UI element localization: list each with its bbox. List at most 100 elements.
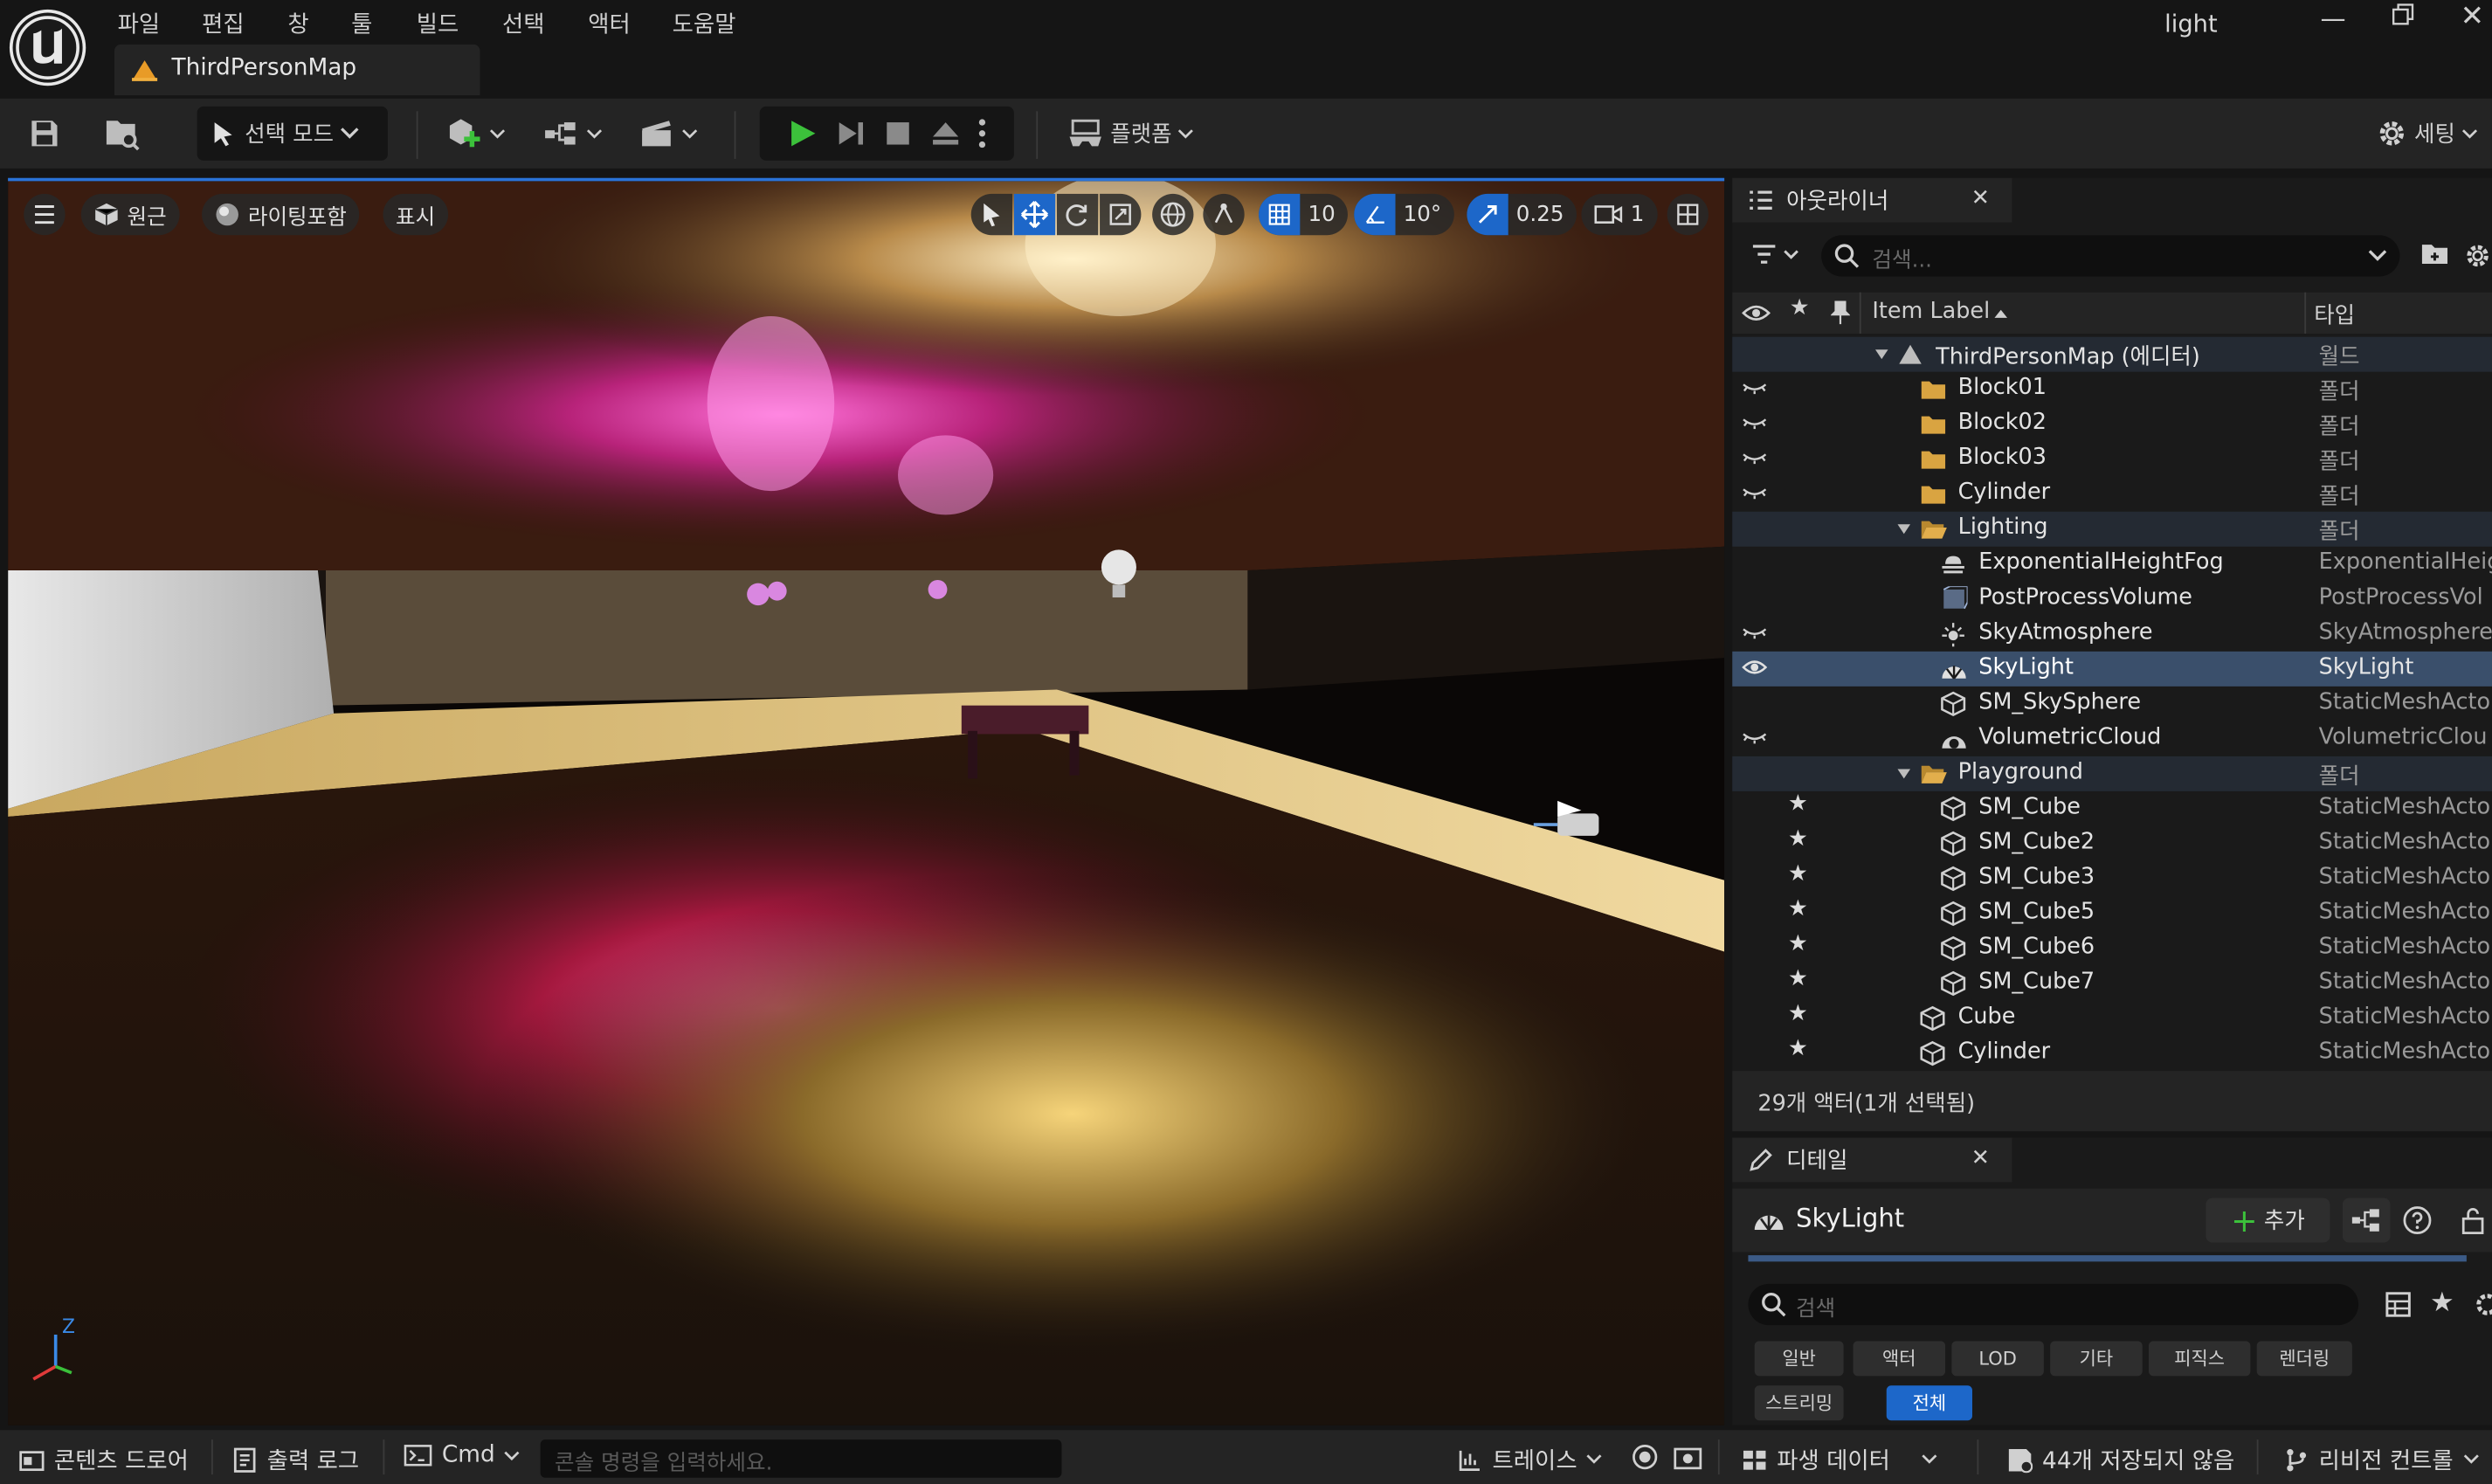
menu-item-3[interactable]: 툴 xyxy=(351,6,372,39)
add-folder-icon[interactable] xyxy=(2420,242,2449,267)
blueprint-convert-button[interactable] xyxy=(2342,1198,2391,1243)
menu-item-7[interactable]: 도움말 xyxy=(673,6,736,39)
close-tab-icon[interactable]: ✕ xyxy=(1971,186,1990,211)
visibility-eye-icon[interactable] xyxy=(1742,726,1767,748)
outliner-row[interactable]: ★ SM_Cube StaticMeshActo xyxy=(1732,791,2492,826)
outliner-row[interactable]: ExponentialHeightFog ExponentialHeig xyxy=(1732,547,2492,582)
filter-chip[interactable]: 렌더링 xyxy=(2256,1341,2352,1377)
visibility-eye-icon[interactable] xyxy=(1742,411,1767,433)
scale-snap-button[interactable]: 0.25 xyxy=(1467,193,1577,236)
revision-control-dropdown[interactable]: 리비전 컨트롤 xyxy=(2284,1443,2479,1476)
visibility-eye-icon[interactable] xyxy=(1742,621,1767,643)
outliner-row[interactable]: ★ Cube StaticMeshActo xyxy=(1732,1001,2492,1036)
table-view-icon[interactable] xyxy=(2384,1290,2413,1319)
close-tab-icon[interactable]: ✕ xyxy=(1971,1146,1990,1171)
outliner-tab[interactable]: 아웃라이너 ✕ xyxy=(1732,177,2012,223)
filter-chip[interactable]: 스트리밍 xyxy=(1754,1385,1844,1421)
filter-chip[interactable]: 전체 xyxy=(1886,1385,1972,1421)
menu-item-4[interactable]: 빌드 xyxy=(417,6,459,39)
help-icon[interactable] xyxy=(2403,1206,2432,1235)
outliner-row[interactable]: VolumetricCloud VolumetricClou xyxy=(1732,721,2492,756)
rotate-tool-icon[interactable] xyxy=(1056,193,1099,236)
filter-chip[interactable]: 피직스 xyxy=(2148,1341,2251,1377)
favorite-star-icon[interactable]: ★ xyxy=(1788,1001,1808,1026)
expand-arrow-icon[interactable] xyxy=(1896,522,1912,535)
screenshot-icon[interactable] xyxy=(1674,1445,1702,1470)
unreal-logo-icon[interactable] xyxy=(9,9,86,86)
pin-column-icon[interactable] xyxy=(1831,300,1850,326)
derived-data-dropdown[interactable]: 파생 데이터 xyxy=(1742,1443,1937,1476)
scale-tool-icon[interactable] xyxy=(1100,193,1142,236)
play-icon[interactable] xyxy=(787,118,818,149)
eject-icon[interactable] xyxy=(929,118,961,149)
outliner-row[interactable]: ★ SM_Cube3 StaticMeshActo xyxy=(1732,861,2492,896)
surface-snap-icon[interactable] xyxy=(1203,193,1245,236)
cinematics-button[interactable] xyxy=(632,107,702,161)
outliner-row[interactable]: PostProcessVolume PostProcessVol xyxy=(1732,582,2492,617)
visibility-eye-open-icon[interactable] xyxy=(1742,656,1768,678)
outliner-row[interactable]: SM_SkySphere StaticMeshActo xyxy=(1732,687,2492,721)
settings-dropdown[interactable]: 세팅 xyxy=(2368,107,2486,161)
select-tool-icon[interactable] xyxy=(970,193,1013,236)
rotation-snap-button[interactable]: 10° xyxy=(1354,193,1454,236)
outliner-row[interactable]: Block03 폴더 xyxy=(1732,442,2492,477)
platforms-dropdown[interactable]: 플랫폼 xyxy=(1059,107,1202,161)
expand-arrow-icon[interactable] xyxy=(1874,348,1889,361)
favorite-star-icon[interactable]: ★ xyxy=(1788,826,1808,852)
trace-dropdown[interactable]: 트레이스 xyxy=(1457,1443,1603,1476)
details-tab[interactable]: 디테일 ✕ xyxy=(1732,1137,2012,1183)
outliner-row[interactable]: SkyAtmosphere SkyAtmosphere xyxy=(1732,617,2492,652)
browse-icon[interactable] xyxy=(99,107,147,161)
filter-icon[interactable] xyxy=(1751,242,1799,267)
document-tab[interactable]: ThirdPersonMap xyxy=(114,44,480,96)
outliner-row[interactable]: Cylinder 폴더 xyxy=(1732,477,2492,512)
visibility-eye-icon[interactable] xyxy=(1742,481,1767,503)
visibility-eye-icon[interactable] xyxy=(1742,376,1767,398)
favorites-star-icon[interactable]: ★ xyxy=(2430,1287,2454,1318)
stop-icon[interactable] xyxy=(882,118,914,149)
menu-item-1[interactable]: 편집 xyxy=(202,6,245,39)
skip-frame-icon[interactable] xyxy=(834,118,866,149)
blueprint-button[interactable] xyxy=(537,107,607,161)
favorite-star-icon[interactable]: ★ xyxy=(1788,966,1808,991)
outliner-row[interactable]: Block02 폴더 xyxy=(1732,407,2492,442)
favorite-column-icon[interactable]: ★ xyxy=(1790,295,1810,321)
grid-snap-button[interactable]: 10 xyxy=(1259,193,1349,236)
outliner-row[interactable]: Playground 폴더 xyxy=(1732,756,2492,791)
filter-chip[interactable]: 일반 xyxy=(1754,1341,1844,1377)
show-button[interactable]: 표시 xyxy=(383,193,448,236)
favorite-star-icon[interactable]: ★ xyxy=(1788,1036,1808,1061)
lock-icon[interactable] xyxy=(2461,1206,2486,1235)
menu-item-0[interactable]: 파일 xyxy=(118,6,161,39)
favorite-star-icon[interactable]: ★ xyxy=(1788,791,1808,817)
outliner-row[interactable]: ★ SM_Cube5 StaticMeshActo xyxy=(1732,896,2492,931)
level-viewport[interactable]: 원근 라이팅포함 표시 10 10° 0.25 1 Z xyxy=(8,177,1725,1425)
restore-icon[interactable] xyxy=(2392,3,2414,25)
view-mode-button[interactable]: 라이팅포함 xyxy=(202,193,360,236)
menu-item-6[interactable]: 액터 xyxy=(588,6,631,39)
expand-arrow-icon[interactable] xyxy=(1896,768,1912,781)
viewport-layout-icon[interactable] xyxy=(1667,193,1709,236)
selection-mode-dropdown[interactable]: 선택 모드 xyxy=(197,106,388,161)
favorite-star-icon[interactable]: ★ xyxy=(1788,861,1808,887)
console-input[interactable]: 콘솔 명령을 입력하세요. xyxy=(540,1439,1062,1478)
outliner-search-input[interactable]: 검색... xyxy=(1821,235,2400,277)
menu-item-5[interactable]: 선택 xyxy=(502,6,545,39)
cmd-dropdown[interactable]: Cmd xyxy=(404,1443,521,1468)
filter-chip[interactable]: 액터 xyxy=(1853,1341,1946,1377)
filter-chip[interactable]: LOD xyxy=(1951,1341,2044,1377)
save-icon[interactable] xyxy=(22,107,66,161)
details-search-input[interactable]: 검색 xyxy=(1748,1283,2359,1326)
outliner-row[interactable]: ★ SM_Cube6 StaticMeshActo xyxy=(1732,931,2492,966)
visibility-eye-icon[interactable] xyxy=(1742,446,1767,468)
outliner-row[interactable]: Lighting 폴더 xyxy=(1732,511,2492,547)
output-log-button[interactable]: 출력 로그 xyxy=(232,1443,359,1476)
camera-speed-button[interactable]: 1 xyxy=(1581,193,1657,236)
more-options-icon[interactable] xyxy=(977,118,987,149)
viewport-menu-icon[interactable] xyxy=(24,193,66,236)
add-actor-button[interactable] xyxy=(442,107,508,161)
translate-tool-icon[interactable] xyxy=(1013,193,1056,236)
outliner-settings-icon[interactable] xyxy=(2463,242,2492,271)
close-window-icon[interactable]: ✕ xyxy=(2461,0,2484,33)
visibility-column-icon[interactable] xyxy=(1742,302,1771,324)
